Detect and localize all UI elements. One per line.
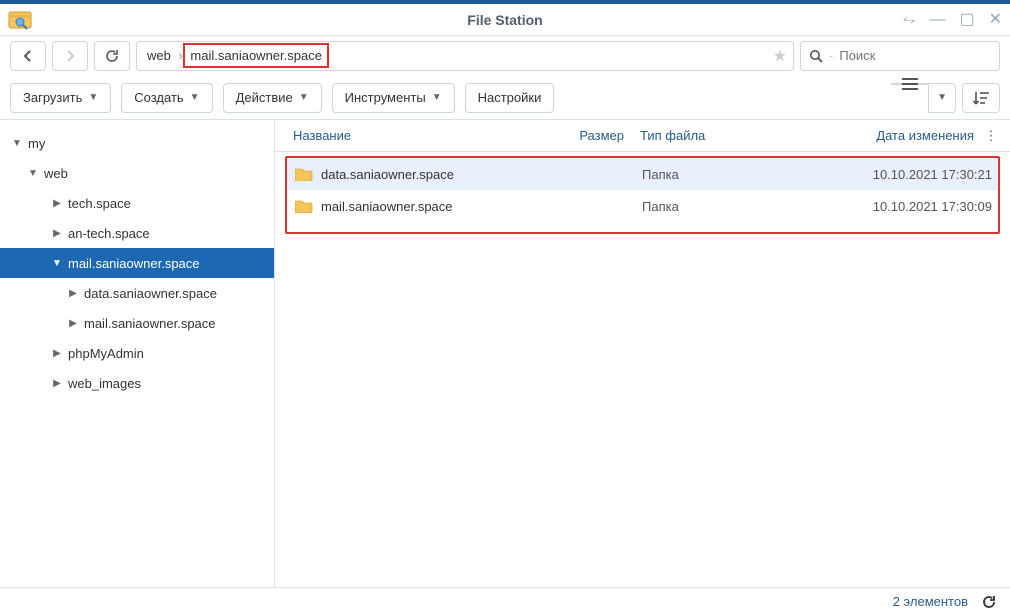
chevron-right-icon[interactable]: ▶ xyxy=(50,348,64,359)
tree-item-label: mail.saniaowner.space xyxy=(68,256,200,271)
tools-button[interactable]: Инструменты ▼ xyxy=(332,83,455,113)
tree-item-label: web xyxy=(44,166,68,181)
row-date: 10.10.2021 17:30:21 xyxy=(792,167,992,182)
chevron-down-icon: ▼ xyxy=(88,92,98,103)
view-mode-dropdown[interactable]: ▼ xyxy=(928,83,956,113)
address-bar[interactable]: web › mail.saniaowner.space ★ xyxy=(136,41,794,71)
tree-item[interactable]: ▶ mail.saniaowner.space xyxy=(0,308,274,338)
main-area: ▼ my ▼ web ▶ tech.space ▶ an-tech.space ▼ mail.sa… xyxy=(0,120,1010,587)
tree-item-label: my xyxy=(28,136,45,151)
window-title: File Station xyxy=(0,12,1010,28)
col-size-header[interactable]: Размер xyxy=(542,128,632,143)
tree-item-label: mail.saniaowner.space xyxy=(84,316,216,331)
create-button[interactable]: Создать ▼ xyxy=(121,83,212,113)
file-list: data.saniaowner.spaceПапка10.10.2021 17:… xyxy=(285,156,1000,234)
tree-item-label: web_images xyxy=(68,376,141,391)
view-mode-button[interactable] xyxy=(891,83,928,85)
table-header: Название Размер Тип файла Дата изменения… xyxy=(275,120,1010,152)
toolbar: Загрузить ▼ Создать ▼ Действие ▼ Инструм… xyxy=(0,76,1010,120)
chevron-right-icon[interactable]: ▶ xyxy=(50,198,64,209)
sidebar-tree: ▼ my ▼ web ▶ tech.space ▶ an-tech.space ▼ mail.sa… xyxy=(0,120,275,587)
sort-button[interactable] xyxy=(962,83,1000,113)
search-icon xyxy=(809,49,823,63)
sort-icon xyxy=(973,91,989,105)
tree-item[interactable]: ▶ phpMyAdmin xyxy=(0,338,274,368)
create-label: Создать xyxy=(134,90,183,105)
breadcrumb[interactable]: web xyxy=(143,46,175,65)
forward-button[interactable] xyxy=(52,41,88,71)
chevron-down-icon[interactable]: ▼ xyxy=(26,168,40,179)
titlebar: File Station ⥊ — ▢ ✕ xyxy=(0,0,1010,36)
col-date-header[interactable]: Дата изменения xyxy=(782,128,982,143)
row-date: 10.10.2021 17:30:09 xyxy=(792,199,992,214)
folder-icon xyxy=(295,199,313,213)
tree-item-label: data.saniaowner.space xyxy=(84,286,217,301)
reload-button[interactable] xyxy=(94,41,130,71)
minimize-icon[interactable]: — xyxy=(929,12,945,28)
tree-item-label: phpMyAdmin xyxy=(68,346,144,361)
chevron-down-icon[interactable]: ▼ xyxy=(50,258,64,269)
col-name-header[interactable]: Название xyxy=(285,128,542,143)
back-button[interactable] xyxy=(10,41,46,71)
list-icon xyxy=(902,78,918,90)
row-name: data.saniaowner.space xyxy=(321,167,552,182)
navbar: web › mail.saniaowner.space ★ - xyxy=(0,36,1010,76)
chevron-right-icon[interactable]: ▶ xyxy=(66,288,80,299)
tree-item[interactable]: ▼ web xyxy=(0,158,274,188)
tree-item[interactable]: ▶ an-tech.space xyxy=(0,218,274,248)
action-label: Действие xyxy=(236,90,293,105)
chevron-right-icon[interactable]: ▶ xyxy=(66,318,80,329)
search-input[interactable] xyxy=(839,48,991,63)
folder-icon xyxy=(295,167,313,181)
app-icon xyxy=(8,8,32,32)
tools-label: Инструменты xyxy=(345,90,426,105)
upload-button[interactable]: Загрузить ▼ xyxy=(10,83,111,113)
chevron-right-icon[interactable]: ▶ xyxy=(50,378,64,389)
tree-item[interactable]: ▶ data.saniaowner.space xyxy=(0,278,274,308)
favorite-icon[interactable]: ★ xyxy=(773,46,787,66)
settings-label: Настройки xyxy=(478,90,542,105)
action-button[interactable]: Действие ▼ xyxy=(223,83,322,113)
item-count: 2 элементов xyxy=(893,594,968,609)
statusbar: 2 элементов xyxy=(0,587,1010,615)
upload-label: Загрузить xyxy=(23,90,82,105)
chevron-down-icon: ▼ xyxy=(190,92,200,103)
tree-item-label: an-tech.space xyxy=(68,226,150,241)
table-row[interactable]: data.saniaowner.space Папка10.10.2021 17:… xyxy=(287,158,998,190)
pin-icon[interactable]: ⥊ xyxy=(903,12,916,28)
row-name: mail.saniaowner.space xyxy=(321,199,552,214)
row-type: Папка xyxy=(642,167,792,182)
maximize-icon[interactable]: ▢ xyxy=(959,12,974,28)
row-type: Папка xyxy=(642,199,792,214)
close-icon[interactable]: ✕ xyxy=(989,12,1002,28)
breadcrumb[interactable]: mail.saniaowner.space xyxy=(186,46,326,65)
columns-menu-icon[interactable]: ⋮ xyxy=(982,128,1000,144)
col-type-header[interactable]: Тип файла xyxy=(632,128,782,143)
tree-item[interactable]: ▶ tech.space xyxy=(0,188,274,218)
tree-item[interactable]: ▶ web_images xyxy=(0,368,274,398)
chevron-down-icon: ▼ xyxy=(937,92,947,103)
tree-item[interactable]: ▼ my xyxy=(0,128,274,158)
chevron-down-icon: ▼ xyxy=(432,92,442,103)
chevron-down-icon[interactable]: ▼ xyxy=(10,138,24,149)
tree-item-label: tech.space xyxy=(68,196,131,211)
content-pane: Название Размер Тип файла Дата изменения… xyxy=(275,120,1010,587)
table-row[interactable]: mail.saniaowner.space Папка10.10.2021 17:… xyxy=(287,190,998,222)
refresh-icon[interactable] xyxy=(982,595,996,609)
chevron-down-icon: ▼ xyxy=(299,92,309,103)
chevron-right-icon: › xyxy=(175,48,187,63)
search-box[interactable]: - xyxy=(800,41,1000,71)
tree-item[interactable]: ▼ mail.saniaowner.space xyxy=(0,248,274,278)
chevron-right-icon[interactable]: ▶ xyxy=(50,228,64,239)
settings-button[interactable]: Настройки xyxy=(465,83,555,113)
